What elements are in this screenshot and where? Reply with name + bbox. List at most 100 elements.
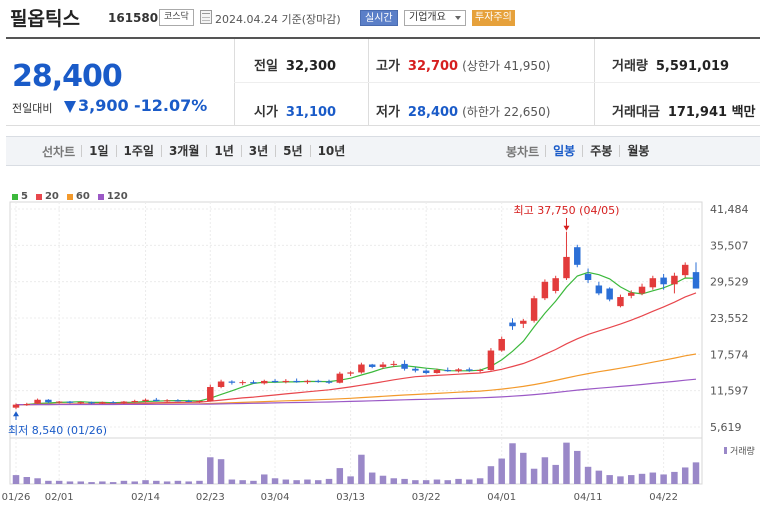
candle-body bbox=[509, 322, 516, 327]
candle-body bbox=[153, 399, 160, 401]
volume-bar bbox=[681, 467, 689, 484]
upper-limit: (상한가 41,950) bbox=[462, 59, 551, 73]
prev-close-value: 32,300 bbox=[285, 59, 337, 74]
candle-daily-button[interactable]: 일봉 bbox=[545, 145, 582, 157]
volume-bar bbox=[109, 482, 117, 484]
period-3y-button[interactable]: 3년 bbox=[240, 145, 275, 157]
change-label: 전일대비 bbox=[12, 102, 53, 115]
candle-body bbox=[45, 399, 52, 403]
volume-bar bbox=[671, 471, 678, 484]
volume-bar bbox=[563, 442, 570, 484]
open-label: 시가 bbox=[254, 105, 278, 120]
volume-bar bbox=[509, 443, 516, 484]
period-1d-button[interactable]: 1일 bbox=[81, 145, 115, 157]
candlestick-chart[interactable]: 41,484 35,507 29,529 23,552 17,574 11,597 5,61… bbox=[0, 183, 760, 511]
volume-bar bbox=[455, 478, 462, 484]
volume-bar bbox=[88, 482, 95, 484]
candle-body bbox=[109, 402, 117, 404]
high-arrow-head bbox=[563, 225, 570, 231]
candle-body bbox=[163, 400, 171, 402]
candle-body bbox=[304, 380, 311, 383]
volume-bar bbox=[239, 480, 246, 484]
change-value: 3,900 bbox=[78, 96, 129, 115]
stock-header: 필옵틱스 161580 코스닥 2024.04.24 기준(장마감) 실시간 기… bbox=[0, 0, 760, 36]
volume-bar bbox=[628, 475, 635, 484]
volume-bar bbox=[368, 472, 376, 484]
volume-legend-swatch bbox=[724, 447, 727, 454]
volume-bar bbox=[433, 479, 441, 484]
volume-bar bbox=[595, 470, 603, 484]
y-tick-label: 17,574 bbox=[710, 348, 749, 361]
candle-body bbox=[174, 400, 182, 402]
candle-body bbox=[12, 404, 20, 408]
prev-close-cell: 전일 32,300 bbox=[254, 55, 336, 74]
corp-info-dropdown[interactable]: 기업개요 bbox=[404, 10, 466, 26]
period-10y-button[interactable]: 10년 bbox=[309, 145, 353, 157]
candle-body bbox=[444, 369, 451, 372]
candle-body bbox=[455, 369, 462, 372]
low-annotation: 최저 8,540 (01/26) bbox=[8, 424, 107, 437]
x-tick-label: 03/22 bbox=[412, 492, 441, 503]
calendar-icon bbox=[200, 10, 212, 24]
change-percent: -12.07% bbox=[134, 96, 208, 115]
candle-body bbox=[142, 399, 149, 401]
candle-body bbox=[228, 381, 236, 383]
candle-body bbox=[422, 370, 430, 374]
volume-bar bbox=[422, 480, 430, 484]
candle-weekly-button[interactable]: 주봉 bbox=[582, 145, 619, 157]
volume-bar bbox=[142, 480, 149, 484]
y-tick-label: 41,484 bbox=[710, 203, 749, 216]
lower-limit: (하한가 22,650) bbox=[462, 105, 551, 119]
volume-bar bbox=[466, 479, 473, 484]
candle-monthly-button[interactable]: 월봉 bbox=[619, 145, 656, 157]
candle-body bbox=[293, 380, 300, 383]
candle-body bbox=[390, 363, 398, 365]
period-1w-button[interactable]: 1주일 bbox=[115, 145, 161, 157]
ma20-line bbox=[16, 292, 697, 406]
volume-bar bbox=[444, 480, 451, 484]
volume-bar bbox=[163, 481, 171, 484]
x-tick-label: 04/11 bbox=[574, 492, 603, 503]
candle-body bbox=[99, 402, 106, 404]
candle-body bbox=[628, 292, 635, 296]
volume-bar bbox=[34, 478, 41, 484]
volume-bar bbox=[45, 480, 52, 484]
candle-body bbox=[649, 278, 657, 288]
candle-body bbox=[347, 372, 354, 374]
date-label: 2024.04.24 기준(장마감) bbox=[215, 13, 341, 26]
amount-label: 거래대금 bbox=[612, 105, 660, 120]
y-tick-label: 29,529 bbox=[710, 276, 749, 289]
volume-bar bbox=[325, 478, 333, 484]
amount-value: 171,941 백만 bbox=[667, 105, 756, 120]
candle-body bbox=[120, 401, 128, 403]
y-tick-label: 11,597 bbox=[710, 385, 749, 398]
x-tick-label: 03/04 bbox=[261, 492, 290, 503]
candle-body bbox=[23, 404, 31, 406]
candle-body bbox=[638, 286, 646, 294]
volume-bar bbox=[66, 481, 74, 484]
price-summary: 28,400 전일대비 3,900 -12.07% 전일 32,300 시가 31,… bbox=[6, 37, 760, 126]
candle-chart-title: 봉차트 bbox=[506, 144, 540, 159]
volume-bar bbox=[250, 480, 257, 484]
volume-bar bbox=[12, 475, 20, 484]
period-3m-button[interactable]: 3개월 bbox=[160, 145, 206, 157]
period-5y-button[interactable]: 5년 bbox=[275, 145, 309, 157]
candle-body bbox=[541, 281, 549, 299]
realtime-button[interactable]: 실시간 bbox=[360, 10, 398, 26]
candle-body bbox=[595, 285, 603, 294]
candle-body bbox=[336, 373, 344, 383]
ma120-line bbox=[16, 378, 697, 406]
candle-body bbox=[66, 401, 74, 403]
ma60-line bbox=[16, 353, 697, 406]
candle-body bbox=[314, 380, 322, 382]
candle-body bbox=[606, 288, 613, 300]
low-cell: 저가 28,400 (하한가 22,650) bbox=[376, 101, 550, 120]
period-1y-button[interactable]: 1년 bbox=[206, 145, 240, 157]
volume-cell: 거래량 5,591,019 bbox=[612, 55, 729, 74]
candle-body bbox=[487, 350, 495, 370]
candle-body bbox=[239, 382, 246, 384]
volume-bar bbox=[228, 479, 236, 484]
candle-body bbox=[185, 400, 192, 402]
volume-bar bbox=[574, 450, 581, 484]
down-triangle-icon bbox=[64, 101, 76, 113]
